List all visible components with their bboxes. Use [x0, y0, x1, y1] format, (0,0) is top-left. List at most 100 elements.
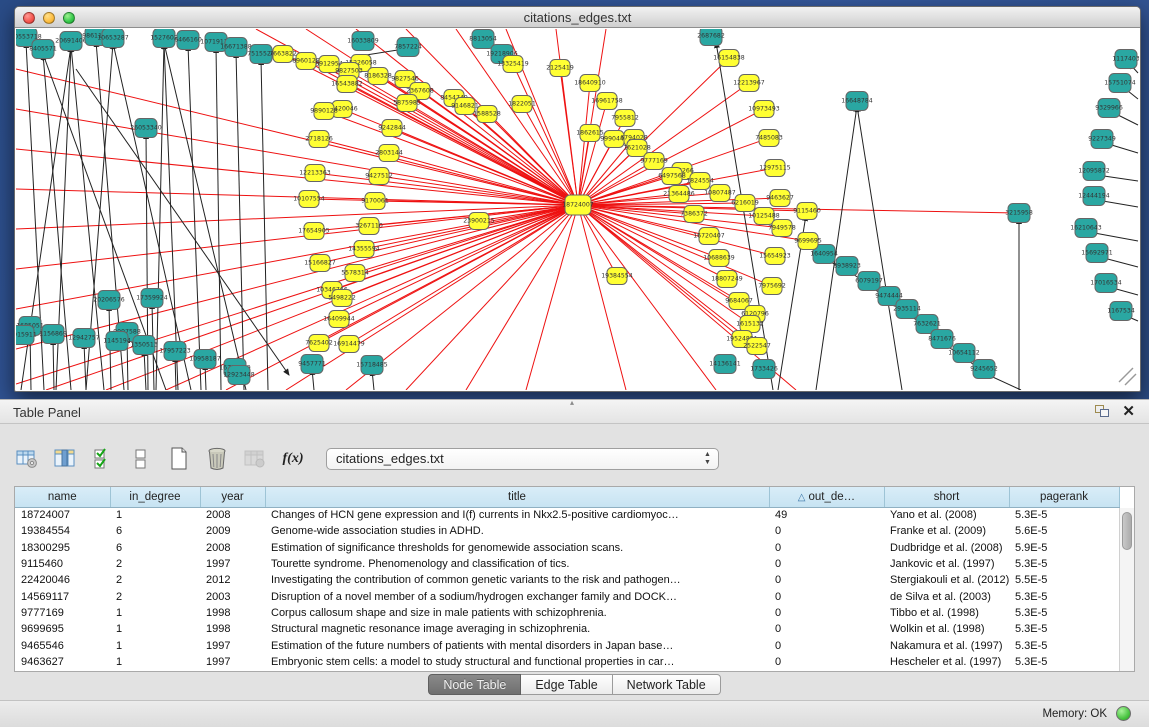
- graph-node[interactable]: 1145194: [103, 332, 131, 351]
- graph-node[interactable]: 9242844: [378, 120, 406, 137]
- graph-node[interactable]: 1350513: [130, 336, 158, 355]
- graph-node[interactable]: 9329966: [1095, 99, 1123, 118]
- column-header-in-degree[interactable]: in_degree: [110, 487, 200, 507]
- table-row[interactable]: 1938455462009Genome-wide association stu…: [15, 523, 1119, 539]
- graph-node[interactable]: 26053340: [130, 119, 162, 138]
- graph-node[interactable]: 18724007: [562, 195, 594, 215]
- float-panel-icon[interactable]: [1095, 405, 1109, 418]
- graph-node[interactable]: 12444194: [1078, 187, 1110, 206]
- graph-node[interactable]: 15654923: [759, 248, 791, 265]
- graph-node[interactable]: 9227349: [1088, 130, 1116, 149]
- graph-node[interactable]: 2718126: [305, 131, 333, 148]
- graph-node[interactable]: 9427512: [365, 168, 393, 185]
- table-row[interactable]: 1872400712008Changes of HCN gene express…: [15, 507, 1119, 523]
- column-header-year[interactable]: year: [200, 487, 265, 507]
- table-row[interactable]: 1830029562008Estimation of significance …: [15, 540, 1119, 556]
- graph-node[interactable]: 9463627: [766, 190, 794, 207]
- graph-node[interactable]: 7386372: [680, 206, 708, 223]
- graph-node[interactable]: 5498222: [328, 290, 356, 307]
- graph-node[interactable]: 17957223: [159, 342, 191, 361]
- function-builder-icon[interactable]: f(x): [280, 446, 306, 472]
- graph-node[interactable]: 9115460: [793, 203, 821, 220]
- column-header-pagerank[interactable]: pagerank: [1009, 487, 1119, 507]
- close-panel-icon[interactable]: ✕: [1122, 402, 1135, 420]
- graph-node[interactable]: 6079197: [855, 272, 883, 291]
- graph-node[interactable]: 17654905: [298, 223, 330, 240]
- table-options-icon[interactable]: [14, 446, 40, 472]
- tab-edge-table[interactable]: Edge Table: [521, 674, 612, 695]
- create-column-icon[interactable]: [166, 446, 192, 472]
- graph-node[interactable]: 10688639: [703, 250, 735, 267]
- graph-node[interactable]: 2125419: [546, 60, 574, 77]
- show-columns-icon[interactable]: [52, 446, 78, 472]
- table-row[interactable]: 977716911998Corpus callosum shape and si…: [15, 605, 1119, 621]
- graph-node[interactable]: 3215958: [1005, 204, 1033, 223]
- graph-node[interactable]: 1822051: [508, 96, 536, 113]
- graph-node[interactable]: 2935114: [893, 300, 921, 319]
- graph-node[interactable]: 15751074: [1104, 74, 1136, 93]
- table-row[interactable]: 1456911722003Disruption of a novel membe…: [15, 588, 1119, 604]
- graph-node[interactable]: 10654112: [948, 344, 980, 363]
- table-vertical-scrollbar[interactable]: [1119, 508, 1134, 671]
- graph-node[interactable]: 1167534: [1107, 302, 1135, 321]
- graph-node[interactable]: 5875985: [393, 95, 421, 112]
- graph-node[interactable]: 1588528: [473, 106, 501, 123]
- graph-node[interactable]: 16210643: [1070, 219, 1102, 238]
- window-titlebar[interactable]: citations_edges.txt: [15, 7, 1140, 28]
- graph-node[interactable]: 3915911: [16, 326, 37, 345]
- table-row[interactable]: 946362711997Embryonic stem cells: a mode…: [15, 654, 1119, 670]
- graph-node[interactable]: 10958187: [189, 350, 221, 369]
- graph-node[interactable]: 18640910: [574, 75, 606, 92]
- scrollbar-thumb[interactable]: [1122, 512, 1132, 550]
- graph-node[interactable]: 7975692: [758, 278, 786, 295]
- graph-node[interactable]: 6466160: [174, 31, 202, 50]
- graph-node[interactable]: 12942757: [68, 329, 100, 348]
- column-header-name[interactable]: name: [15, 487, 110, 507]
- graph-node[interactable]: 16033809: [347, 32, 379, 51]
- delete-columns-trash-icon[interactable]: [204, 446, 230, 472]
- graph-node[interactable]: 12095872: [1078, 162, 1110, 181]
- graph-node[interactable]: 1615132: [736, 316, 764, 333]
- graph-node[interactable]: 12213967: [733, 75, 765, 92]
- graph-node[interactable]: 17016534: [1090, 274, 1122, 293]
- graph-node[interactable]: 12923448: [223, 366, 255, 385]
- graph-node[interactable]: 8186328: [364, 68, 392, 85]
- graph-node[interactable]: 17359924: [136, 289, 168, 308]
- unselect-all-columns-icon[interactable]: [128, 446, 154, 472]
- graph-node[interactable]: 1824554: [686, 173, 714, 190]
- table-row[interactable]: 911546021997Tourette syndrome. Phenomeno…: [15, 556, 1119, 572]
- graph-node[interactable]: 15166827: [304, 255, 336, 272]
- graph-node[interactable]: 1117403: [1112, 50, 1139, 69]
- graph-node[interactable]: 9777169: [640, 153, 668, 170]
- splitter-grip-icon[interactable]: ▴: [570, 398, 574, 407]
- graph-node[interactable]: 7949578: [768, 220, 796, 237]
- column-header-out-degree[interactable]: △out_de…: [769, 487, 884, 507]
- table-row[interactable]: 2242004622012Investigating the contribut…: [15, 572, 1119, 588]
- graph-node[interactable]: 9890128: [310, 103, 338, 120]
- graph-node[interactable]: 7955812: [611, 110, 639, 127]
- graph-node[interactable]: 9170061: [361, 193, 389, 210]
- graph-node[interactable]: 14136141: [709, 355, 741, 374]
- column-header-short[interactable]: short: [884, 487, 1009, 507]
- graph-node[interactable]: 6216019: [731, 195, 759, 212]
- graph-node[interactable]: 2522547: [743, 338, 771, 355]
- graph-node[interactable]: 20206576: [93, 291, 125, 310]
- tab-network-table[interactable]: Network Table: [613, 674, 721, 695]
- graph-node[interactable]: 19384554: [601, 268, 633, 285]
- graph-node[interactable]: 16914479: [333, 336, 365, 353]
- graph-node[interactable]: 12975115: [759, 160, 791, 177]
- graph-node[interactable]: 15692971: [1081, 244, 1113, 263]
- network-graph-canvas[interactable]: 2055371884055712069140698611091065328715…: [16, 29, 1139, 390]
- graph-node[interactable]: 16648784: [841, 92, 873, 111]
- table-row[interactable]: 946554611997Estimation of the future num…: [15, 637, 1119, 653]
- graph-node[interactable]: 1156869: [39, 325, 67, 344]
- graph-node[interactable]: 2687682: [697, 29, 725, 46]
- graph-node[interactable]: 15718485: [356, 356, 388, 375]
- table-selector-dropdown[interactable]: citations_edges.txt ▲▼: [326, 448, 719, 470]
- graph-node[interactable]: 10653287: [97, 29, 129, 48]
- graph-node[interactable]: 7485083: [755, 130, 783, 147]
- column-header-title[interactable]: title: [265, 487, 769, 507]
- graph-node[interactable]: 8405571: [29, 40, 57, 59]
- graph-node[interactable]: 3267110: [355, 218, 383, 235]
- window-resize-grip[interactable]: [1119, 368, 1136, 385]
